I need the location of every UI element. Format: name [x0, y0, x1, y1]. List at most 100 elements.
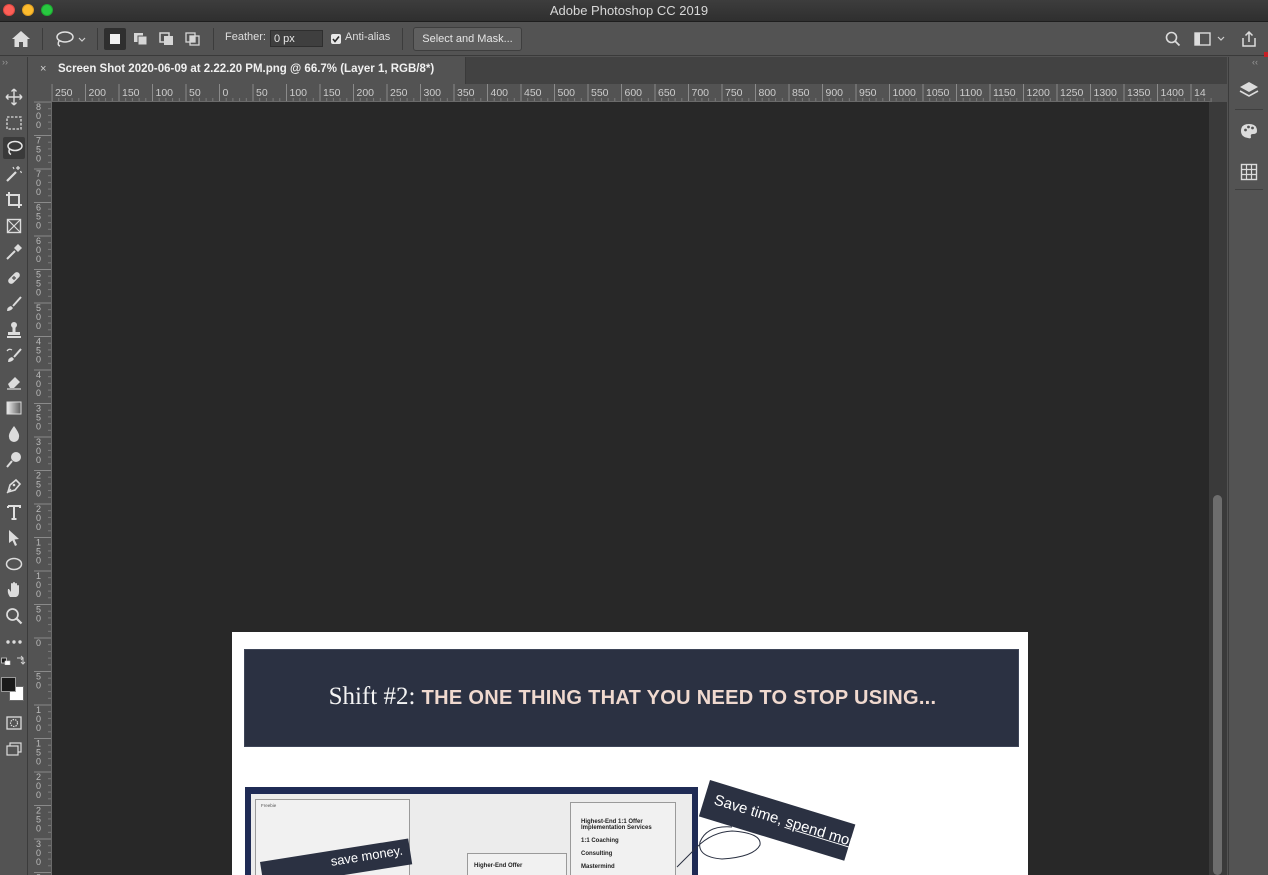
ruler-label-digit: 0	[36, 757, 41, 767]
ruler-label: 600	[625, 87, 643, 99]
add-to-selection-button[interactable]	[130, 28, 152, 50]
tools-panel: ››	[0, 57, 28, 875]
lasso-preset-icon	[56, 31, 86, 47]
gradient-icon[interactable]	[3, 397, 25, 419]
search-icon[interactable]	[1160, 22, 1186, 56]
new-selection-button[interactable]	[104, 28, 126, 50]
ruler-label-digit: 0	[36, 254, 41, 264]
ruler-label: 150	[323, 87, 341, 99]
lasso-icon[interactable]	[3, 137, 25, 159]
ruler-label: 1000	[893, 87, 917, 99]
eyedropper-icon[interactable]	[3, 241, 25, 263]
ruler-label-digit: 0	[36, 824, 41, 834]
sticker-text-underlined: spend money.	[783, 813, 878, 857]
app-title: Adobe Photoshop CC 2019	[549, 3, 709, 18]
brush-icon[interactable]	[3, 293, 25, 315]
offer-box: Highest-End 1:1 Offer Implementation Ser…	[570, 802, 676, 875]
ruler-label: 500	[558, 87, 576, 99]
pen-icon[interactable]	[3, 475, 25, 497]
type-icon[interactable]	[3, 501, 25, 523]
default-colors-icon[interactable]	[0, 654, 12, 666]
consulting-label: Consulting	[581, 851, 613, 857]
eraser-icon[interactable]	[3, 371, 25, 393]
subtract-from-selection-button[interactable]	[156, 28, 178, 50]
grid-icon[interactable]	[1237, 160, 1261, 184]
ruler-label-digit: 0	[36, 221, 41, 231]
headline-prefix: Shift #2:	[328, 683, 422, 710]
crop-icon[interactable]	[3, 189, 25, 211]
ruler-label: 1050	[926, 87, 950, 99]
home-icon[interactable]	[6, 22, 36, 56]
ruler-label-digit: 0	[36, 681, 41, 691]
vertical-ruler-ticks: 8007507006506005505004504003503002502001…	[34, 102, 51, 875]
history-brush-icon[interactable]	[3, 345, 25, 367]
ruler-label-digit: 0	[36, 455, 41, 465]
ruler-label-digit: 0	[36, 638, 41, 648]
scrollbar-thumb[interactable]	[1213, 495, 1222, 875]
ruler-label-digit: 0	[36, 723, 41, 733]
zoom-icon[interactable]	[3, 605, 25, 627]
ruler-label: 450	[524, 87, 542, 99]
ruler-label-digit: 0	[36, 422, 41, 432]
ellipse-icon[interactable]	[3, 553, 25, 575]
ruler-label-digit: 0	[36, 288, 41, 298]
clone-stamp-icon[interactable]	[3, 319, 25, 341]
feather-input[interactable]	[270, 30, 323, 47]
ruler-label: 150	[122, 87, 140, 99]
ruler-label-digit: 0	[36, 321, 41, 331]
hand-icon[interactable]	[3, 579, 25, 601]
ruler-origin[interactable]	[34, 84, 52, 102]
vertical-ruler[interactable]: 8007507006506005505004504003503002502001…	[34, 102, 52, 875]
more-tools-icon[interactable]	[3, 631, 25, 653]
horizontal-ruler-ticks: 250 200 150 100 50 0 50 100 150 200 250 300 350 400 45…	[51, 84, 1212, 101]
color-palette-icon[interactable]	[1237, 119, 1261, 143]
select-and-mask-button[interactable]: Select and Mask...	[413, 27, 522, 51]
screen-mode-icon[interactable]	[3, 738, 25, 760]
frame-icon[interactable]	[3, 215, 25, 237]
tool-preset-picker[interactable]	[50, 22, 90, 56]
ruler-label-digit: 0	[36, 614, 41, 624]
anti-alias-checkbox[interactable]	[331, 34, 341, 44]
ruler-label-digit: 0	[36, 120, 41, 130]
ruler-label: 1150	[993, 87, 1016, 99]
collapse-dock-icon[interactable]: ‹‹	[1252, 57, 1258, 67]
feather-label: Feather:	[225, 31, 266, 43]
magic-wand-icon[interactable]	[3, 163, 25, 185]
collapse-toolbar-icon[interactable]: ››	[2, 57, 8, 67]
healing-brush-icon[interactable]	[3, 267, 25, 289]
share-icon[interactable]	[1236, 22, 1262, 56]
canvas-area[interactable]: Shift #2: THE ONE THING THAT YOU NEED TO…	[52, 102, 1209, 875]
ruler-label-digit: 0	[36, 187, 41, 197]
coaching-label: 1:1 Coaching	[581, 838, 619, 844]
blur-icon[interactable]	[3, 423, 25, 445]
intersect-selection-button[interactable]	[182, 28, 204, 50]
ruler-label-digit: 0	[36, 355, 41, 365]
ruler-label-digit: 0	[36, 388, 41, 398]
ruler-label: 100	[290, 87, 308, 99]
foreground-color-swatch[interactable]	[1, 677, 16, 692]
swap-colors-icon[interactable]	[14, 654, 26, 666]
path-selection-icon[interactable]	[3, 527, 25, 549]
ruler-label: 250	[55, 87, 73, 99]
horizontal-ruler[interactable]: 250 200 150 100 50 0 50 100 150 200 250 300 350 400 45…	[34, 84, 1212, 102]
document-canvas[interactable]: Shift #2: THE ONE THING THAT YOU NEED TO…	[232, 632, 1028, 875]
document-tab[interactable]: × Screen Shot 2020-06-09 at 2.22.20 PM.p…	[29, 57, 466, 84]
implementation-label: Implementation Services	[581, 825, 652, 831]
close-tab-icon[interactable]: ×	[40, 63, 46, 75]
layers-icon[interactable]	[1237, 78, 1261, 102]
ruler-label: 200	[89, 87, 107, 99]
marquee-icon[interactable]	[3, 112, 25, 134]
ruler-label: 50	[189, 87, 201, 99]
workspace-switcher[interactable]	[1190, 22, 1230, 56]
dodge-icon[interactable]	[3, 449, 25, 471]
quick-mask-icon[interactable]	[3, 712, 25, 734]
vertical-scrollbar[interactable]	[1209, 102, 1227, 875]
ruler-label: 550	[591, 87, 609, 99]
headline-main: THE ONE THING THAT YOU NEED TO STOP USIN…	[421, 687, 937, 709]
anti-alias-label: Anti-alias	[345, 31, 391, 43]
ruler-label: 350	[457, 87, 475, 99]
ruler-label: 300	[424, 87, 442, 99]
ruler-label: 1250	[1060, 87, 1084, 99]
ruler-label-digit: 0	[36, 154, 41, 164]
move-icon[interactable]	[3, 86, 25, 108]
